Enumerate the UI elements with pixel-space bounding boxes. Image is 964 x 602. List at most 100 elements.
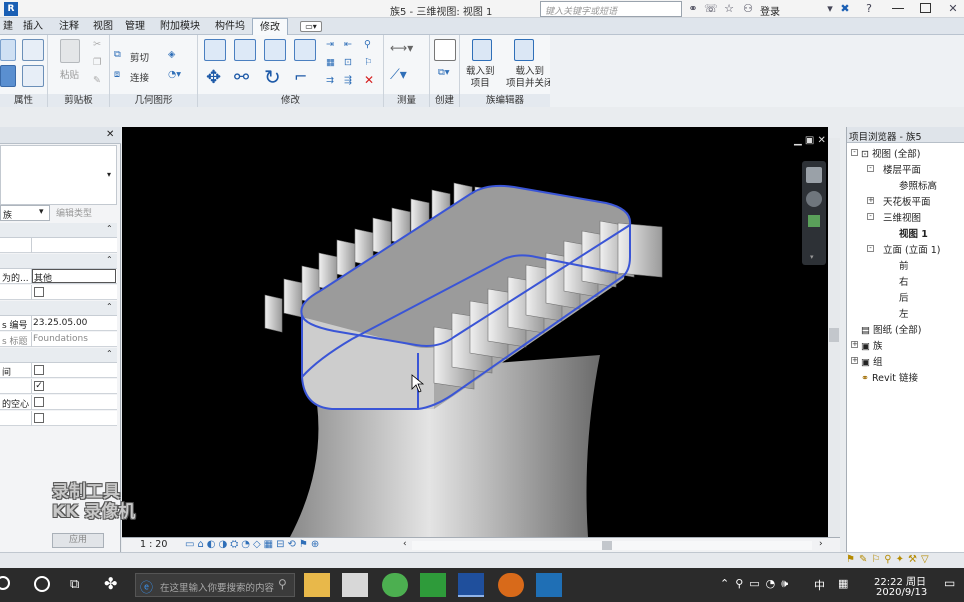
- scale-icon[interactable]: ⊡: [344, 57, 352, 68]
- horizontal-scrollbar[interactable]: [412, 541, 812, 550]
- property-row[interactable]: 间: [0, 363, 117, 378]
- close-icon[interactable]: ✕: [106, 129, 114, 140]
- edit-type-button[interactable]: 编辑类型: [56, 206, 92, 219]
- scrollbar-thumb[interactable]: [602, 541, 612, 550]
- selection-filter-icons[interactable]: ⚑✎⚐⚲✦⚒▽: [846, 554, 933, 565]
- 3d-viewport[interactable]: ▁ ▣ ✕ ▾: [122, 127, 828, 537]
- tree-item[interactable]: ▤ 图纸 (全部): [861, 322, 921, 336]
- file-explorer-icon[interactable]: [304, 573, 330, 597]
- tree-item[interactable]: 参照标高: [899, 178, 937, 192]
- minimize-icon[interactable]: [892, 8, 904, 9]
- aligned-dimension-icon[interactable]: ⟋▾: [390, 67, 407, 83]
- align-icon[interactable]: [204, 39, 226, 61]
- tree-item[interactable]: 右: [899, 274, 909, 288]
- revit-app-icon[interactable]: R: [4, 2, 18, 16]
- scroll-left-icon[interactable]: ‹: [403, 539, 407, 549]
- steering-wheel-icon[interactable]: [806, 191, 822, 207]
- load-into-project-icon[interactable]: [472, 39, 492, 61]
- system-tray-icons[interactable]: ⌃⚲▭◔🕪: [720, 577, 794, 591]
- property-row[interactable]: ✓: [0, 379, 117, 394]
- tab-modify[interactable]: 修改: [252, 18, 288, 35]
- checkbox[interactable]: [34, 413, 44, 423]
- expand-icon[interactable]: +: [851, 341, 858, 348]
- property-row[interactable]: [0, 285, 117, 300]
- join-geometry-icon[interactable]: ⧈: [114, 69, 120, 80]
- viewport-vertical-scrollbar[interactable]: [828, 138, 840, 538]
- tab-manage[interactable]: 管理: [118, 18, 152, 35]
- collapse-icon[interactable]: -: [867, 213, 874, 220]
- tab-addins[interactable]: 附加模块: [153, 18, 207, 35]
- help-icon[interactable]: ?: [862, 2, 876, 16]
- extend-icon[interactable]: ⇉: [326, 75, 334, 86]
- properties-section[interactable]: ⌃: [0, 254, 117, 269]
- tab-view[interactable]: 视图: [86, 18, 120, 35]
- star-icon[interactable]: ☆: [722, 2, 736, 16]
- tree-item[interactable]: 立面 (立面 1): [883, 242, 941, 256]
- start-icon[interactable]: [0, 576, 10, 590]
- type-selector[interactable]: 族 ▾: [0, 205, 50, 221]
- measure-distance-icon[interactable]: ⟷▾: [390, 41, 413, 55]
- tree-item[interactable]: ▣ 族: [861, 338, 883, 352]
- rotate-icon[interactable]: ↻: [264, 65, 281, 89]
- clock-time[interactable]: 22:22 周日: [874, 573, 926, 588]
- dropdown-icon[interactable]: ▾: [823, 2, 837, 16]
- properties-icon[interactable]: [0, 65, 16, 87]
- pinwheel-icon[interactable]: ✤: [104, 574, 117, 593]
- copy-icon[interactable]: ❐: [93, 57, 102, 68]
- family-types-icon[interactable]: [22, 39, 44, 61]
- app-360-icon[interactable]: [420, 573, 446, 597]
- cut-icon[interactable]: ✂: [93, 39, 101, 50]
- properties-section[interactable]: ⌃: [0, 301, 117, 316]
- match-properties-icon[interactable]: ✎: [93, 75, 101, 86]
- load-into-project-close-button[interactable]: 载入到 项目并关闭: [506, 66, 554, 90]
- load-into-project-close-icon[interactable]: [514, 39, 534, 61]
- zoom-icon[interactable]: [808, 215, 820, 227]
- clock-date[interactable]: 2020/9/13: [876, 587, 927, 598]
- tree-item[interactable]: ▣ 组: [861, 354, 883, 368]
- communication-icon[interactable]: ☏: [704, 2, 718, 16]
- cut-geometry-icon[interactable]: ⧉: [114, 49, 121, 60]
- taskbar-search[interactable]: ⓔ 在这里输入你要搜索的内容 ⚲: [135, 573, 295, 597]
- task-view-icon[interactable]: ⧉: [70, 577, 79, 592]
- checkbox[interactable]: [34, 365, 44, 375]
- scrollbar-thumb[interactable]: [829, 328, 839, 342]
- split-icon[interactable]: ⇥: [326, 39, 334, 50]
- collapse-icon[interactable]: -: [867, 245, 874, 252]
- search-input[interactable]: 键入关键字或短语: [540, 1, 682, 17]
- apply-button[interactable]: 应用: [52, 533, 104, 548]
- ime-indicator[interactable]: 中: [814, 577, 825, 593]
- close-icon[interactable]: ✕: [946, 2, 960, 16]
- property-row[interactable]: s 编号 23.25.05.00: [0, 316, 117, 331]
- store-icon[interactable]: [342, 573, 368, 597]
- checkbox[interactable]: [34, 397, 44, 407]
- paste-icon[interactable]: [60, 39, 80, 63]
- load-into-project-button[interactable]: 载入到 项目: [466, 66, 495, 90]
- cut-geometry-label[interactable]: 剪切: [130, 50, 149, 64]
- type-preview[interactable]: ▾: [0, 145, 117, 205]
- mirror-axis-icon[interactable]: [264, 39, 286, 61]
- tree-item[interactable]: 后: [899, 290, 909, 304]
- ribbon-minimize-icon[interactable]: ▭▾: [300, 21, 322, 32]
- view-scale[interactable]: 1 : 20: [140, 539, 167, 550]
- move-icon[interactable]: ✥: [206, 67, 221, 88]
- tree-item[interactable]: 楼层平面: [883, 162, 921, 176]
- navbar-options-icon[interactable]: ▾: [810, 253, 814, 261]
- collapse-icon[interactable]: -: [867, 165, 874, 172]
- trim-icon[interactable]: ⌐: [294, 67, 307, 86]
- properties-section[interactable]: ⌃: [0, 348, 117, 363]
- tree-item[interactable]: 前: [899, 258, 909, 272]
- tree-item-active[interactable]: 视图 1: [899, 226, 928, 240]
- expand-icon[interactable]: +: [851, 357, 858, 364]
- family-category-icon[interactable]: [22, 65, 44, 87]
- exchange-icon[interactable]: ✖: [838, 2, 852, 16]
- tab-annotate[interactable]: 注释: [52, 18, 86, 35]
- trim-multiple-icon[interactable]: ⇶: [344, 75, 352, 86]
- create-group-icon[interactable]: ⧉▾: [438, 67, 450, 78]
- array-icon[interactable]: ▦: [326, 57, 335, 68]
- tree-item[interactable]: 三维视图: [883, 210, 921, 224]
- login-button[interactable]: 登录: [760, 3, 780, 18]
- restore-icon[interactable]: [920, 3, 931, 13]
- notification-icon[interactable]: ▭: [944, 576, 955, 590]
- revit-taskbar-icon[interactable]: [458, 573, 484, 597]
- type-properties-icon[interactable]: [0, 39, 16, 61]
